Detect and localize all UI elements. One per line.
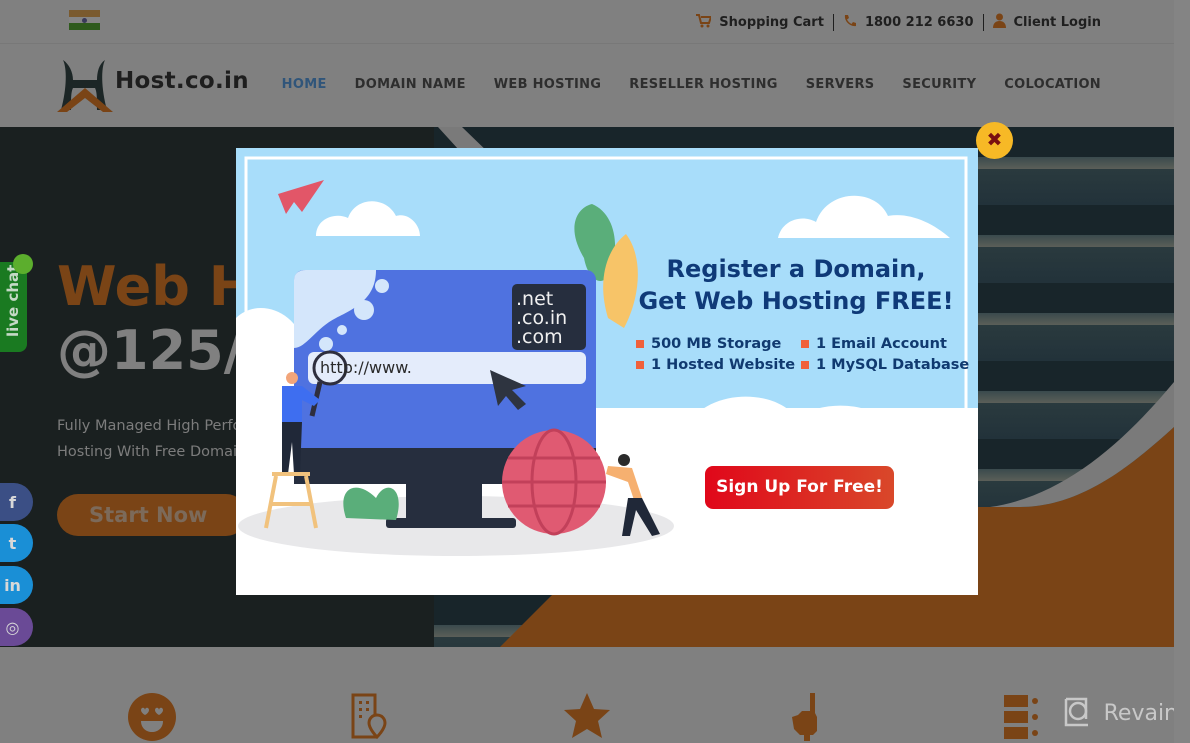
page-scrollbar[interactable] bbox=[1174, 0, 1190, 743]
hero-title-line2: @125/I bbox=[57, 319, 264, 382]
server-stack-icon bbox=[1004, 695, 1038, 739]
nav-web-hosting[interactable]: WEB HOSTING bbox=[494, 77, 602, 92]
phone-icon bbox=[843, 14, 857, 32]
feature-label: 1 MySQL Database bbox=[816, 357, 970, 373]
revain-logo-icon bbox=[1064, 697, 1088, 727]
revain-watermark: Revain bbox=[1062, 697, 1178, 729]
nav-servers[interactable]: SERVERS bbox=[806, 77, 875, 92]
promo-features: 500 MB Storage 1 Email Account 1 Hosted … bbox=[636, 336, 969, 373]
nav-domain-name[interactable]: DOMAIN NAME bbox=[355, 77, 466, 92]
shopping-cart-link[interactable]: Shopping Cart bbox=[696, 13, 824, 32]
nav-home[interactable]: HOME bbox=[282, 77, 327, 92]
user-icon bbox=[992, 13, 1006, 32]
happy-face-icon bbox=[128, 693, 176, 741]
live-chat-label: live chat bbox=[4, 264, 22, 337]
tld-list: .net .co.in .com bbox=[516, 290, 567, 347]
feature-label: 1 Hosted Website bbox=[651, 357, 796, 373]
client-login-label: Client Login bbox=[1013, 15, 1102, 30]
cart-icon bbox=[696, 13, 713, 32]
promo-headline-line1: Register a Domain, bbox=[666, 255, 926, 283]
start-now-button[interactable]: Start Now bbox=[57, 494, 247, 536]
instagram-icon: ◎ bbox=[5, 617, 20, 637]
feature-item: 1 Hosted Website bbox=[636, 357, 801, 373]
feature-label: 1 Email Account bbox=[816, 336, 947, 352]
revain-label: Revain bbox=[1103, 700, 1178, 726]
primary-nav: HOME DOMAIN NAME WEB HOSTING RESELLER HO… bbox=[282, 77, 1101, 92]
pointing-hand-icon bbox=[792, 693, 817, 741]
logo-mark-icon bbox=[57, 60, 113, 112]
nav-colocation[interactable]: COLOCATION bbox=[1004, 77, 1101, 92]
top-utility-bar: Shopping Cart 1800 212 6630 Client Login bbox=[0, 0, 1174, 44]
tld-com: .com bbox=[516, 326, 563, 348]
client-login-link[interactable]: Client Login bbox=[992, 13, 1102, 32]
close-icon: ✖ bbox=[986, 129, 1003, 151]
sign-up-button[interactable]: Sign Up For Free! bbox=[705, 466, 894, 509]
building-location-icon bbox=[351, 693, 387, 740]
feature-item: 1 MySQL Database bbox=[801, 357, 969, 373]
shopping-cart-label: Shopping Cart bbox=[719, 15, 824, 30]
features-row bbox=[0, 647, 1174, 743]
india-flag-icon[interactable] bbox=[69, 10, 100, 30]
feature-item: 500 MB Storage bbox=[636, 336, 801, 352]
url-bar-text: http://www. bbox=[320, 358, 412, 377]
divider bbox=[982, 14, 984, 31]
nav-reseller-hosting[interactable]: RESELLER HOSTING bbox=[629, 77, 777, 92]
phone-number: 1800 212 6630 bbox=[864, 15, 974, 30]
divider bbox=[832, 14, 834, 31]
phone-link[interactable]: 1800 212 6630 bbox=[843, 14, 974, 32]
main-navbar: Host.co.in HOME DOMAIN NAME WEB HOSTING … bbox=[0, 44, 1174, 127]
bullet-icon bbox=[636, 361, 644, 369]
close-popup-button[interactable]: ✖ bbox=[976, 122, 1013, 159]
promo-headline-line2: Get Web Hosting FREE! bbox=[638, 287, 954, 315]
hero-title-line1: Web H bbox=[57, 255, 254, 318]
promo-popup: http://www. .net .co.in .com Register a … bbox=[236, 148, 978, 595]
star-icon bbox=[564, 693, 610, 738]
facebook-icon: f bbox=[9, 492, 16, 512]
bullet-icon bbox=[801, 340, 809, 348]
hero-subtitle: Fully Managed High Performance Hosting W… bbox=[57, 413, 247, 465]
bullet-icon bbox=[636, 340, 644, 348]
feature-label: 500 MB Storage bbox=[651, 336, 782, 352]
brand-name: Host.co.in bbox=[115, 68, 249, 94]
hero-subtitle-line2: Hosting With Free Domain bbox=[57, 444, 247, 460]
live-chat-tab[interactable]: live chat bbox=[0, 262, 27, 352]
site-logo[interactable]: Host.co.in bbox=[57, 58, 249, 112]
promo-headline: Register a Domain, Get Web Hosting FREE! bbox=[626, 253, 966, 317]
feature-item: 1 Email Account bbox=[801, 336, 961, 352]
bullet-icon bbox=[801, 361, 809, 369]
twitter-icon: t bbox=[8, 533, 17, 553]
online-status-dot bbox=[13, 254, 33, 274]
hero-subtitle-line1: Fully Managed High Performance bbox=[57, 418, 247, 434]
linkedin-icon: in bbox=[4, 575, 21, 595]
nav-security[interactable]: SECURITY bbox=[902, 77, 976, 92]
